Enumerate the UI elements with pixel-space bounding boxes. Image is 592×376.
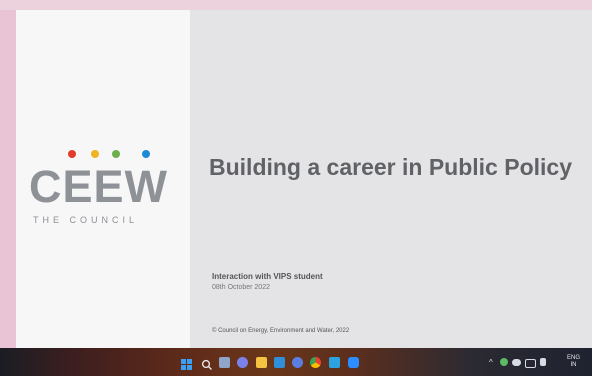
slide-subtitle: Interaction with VIPS student bbox=[212, 272, 323, 281]
logo-dot-red bbox=[68, 150, 76, 158]
task-view-icon[interactable] bbox=[219, 357, 230, 368]
slide-left-panel: CEEW THE COUNCIL bbox=[16, 10, 190, 348]
windows-start-icon[interactable] bbox=[181, 357, 192, 370]
slide-copyright: © Council on Energy, Environment and Wat… bbox=[212, 328, 350, 334]
slide-title: Building a career in Public Policy bbox=[209, 154, 572, 180]
file-explorer-icon[interactable] bbox=[256, 357, 267, 368]
chat-icon[interactable] bbox=[237, 357, 248, 368]
windows-taskbar: ^ ENG IN bbox=[0, 348, 592, 376]
logo-dot-blue bbox=[142, 150, 150, 158]
background-border-top bbox=[0, 0, 592, 10]
tray-chevron-icon[interactable]: ^ bbox=[489, 358, 493, 367]
ceew-logo: CEEW THE COUNCIL bbox=[29, 146, 167, 236]
edge-icon[interactable] bbox=[329, 357, 340, 368]
language-code: ENG bbox=[567, 355, 581, 361]
volume-icon[interactable] bbox=[540, 358, 546, 366]
language-indicator[interactable]: ENG IN bbox=[567, 355, 580, 369]
search-icon[interactable] bbox=[201, 357, 212, 370]
logo-dot-green bbox=[112, 150, 120, 158]
logo-dot-yellow bbox=[91, 150, 99, 158]
network-icon[interactable] bbox=[525, 359, 536, 368]
cloud-icon[interactable] bbox=[512, 359, 521, 366]
presentation-slide: CEEW THE COUNCIL Building a career in Pu… bbox=[16, 10, 592, 348]
zoom-icon[interactable] bbox=[348, 357, 359, 368]
background-border-left bbox=[0, 0, 16, 376]
language-region: IN bbox=[570, 362, 577, 368]
chrome-icon[interactable] bbox=[310, 357, 321, 368]
mail-icon[interactable] bbox=[292, 357, 303, 368]
tray-app-icon[interactable] bbox=[500, 358, 508, 366]
logo-subtitle: THE COUNCIL bbox=[33, 215, 139, 225]
slide-date: 08th October 2022 bbox=[212, 284, 270, 291]
logo-wordmark: CEEW bbox=[29, 161, 168, 212]
store-icon[interactable] bbox=[274, 357, 285, 368]
